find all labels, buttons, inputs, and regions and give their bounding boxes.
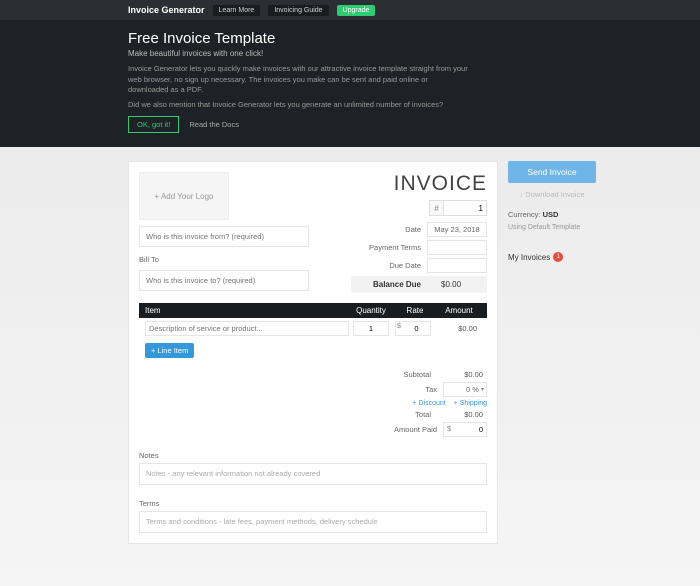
ok-got-it-button[interactable]: OK, got it! [128,116,179,133]
paid-prefix: $ [447,424,451,433]
invoice-count-badge: 1 [553,252,563,262]
date-label: Date [351,225,421,234]
balance-due-label: Balance Due [373,280,421,289]
add-line-item-button[interactable]: + Line Item [145,343,194,358]
add-discount-link[interactable]: + Discount [412,400,445,407]
add-shipping-link[interactable]: + Shipping [454,400,487,407]
hero-paragraph-1: Invoice Generator lets you quickly make … [128,64,468,96]
invoicing-guide-button[interactable]: Invoicing Guide [268,5,328,16]
invoice-number-input[interactable] [443,200,487,216]
sidebar: Send Invoice ↓ Download Invoice Currency… [508,161,596,262]
due-date-label: Due Date [351,261,421,270]
hero: Free Invoice Template Make beautiful inv… [0,20,700,147]
due-date-input[interactable] [427,258,487,273]
from-input[interactable] [139,226,309,247]
items-header: Item Quantity Rate Amount [139,303,487,318]
subtotal-value: $0.00 [437,370,487,379]
item-description-input[interactable] [145,321,349,336]
col-item: Item [145,306,349,315]
total-value: $0.00 [437,410,487,419]
read-docs-link[interactable]: Read the Docs [189,120,239,129]
upgrade-button[interactable]: Upgrade [337,5,376,16]
currency-label: Currency: USD [508,210,596,219]
invoice-sheet: + Add Your Logo Bill To INVOICE # Date P… [128,161,498,544]
line-item-row: $ $0.00 [139,318,487,339]
hero-paragraph-2: Did we also mention that Invoice Generat… [128,100,468,111]
learn-more-button[interactable]: Learn More [213,5,261,16]
currency-value: USD [543,210,559,219]
bill-to-label: Bill To [139,255,309,264]
col-rate: Rate [393,306,437,315]
terms-input[interactable]: Terms and conditions - late fees, paymen… [139,511,487,533]
tax-label: Tax [367,385,437,394]
total-label: Total [361,410,431,419]
terms-label: Terms [139,499,487,508]
amount-paid-label: Amount Paid [367,425,437,434]
hero-title: Free Invoice Template [128,30,572,47]
col-quantity: Quantity [349,306,393,315]
col-amount: Amount [437,306,481,315]
rate-prefix: $ [397,321,401,336]
hero-subtitle: Make beautiful invoices with one click! [128,49,572,58]
invoice-number-label: # [429,200,443,216]
send-invoice-button[interactable]: Send Invoice [508,161,596,183]
notes-label: Notes [139,451,487,460]
item-quantity-input[interactable] [353,321,389,336]
invoice-title: INVOICE [351,172,487,196]
add-logo-button[interactable]: + Add Your Logo [139,172,229,220]
template-label: Using Default Template [508,224,596,231]
to-input[interactable] [139,270,309,291]
brand: Invoice Generator [128,5,205,15]
date-input[interactable] [427,222,487,237]
topbar: Invoice Generator Learn More Invoicing G… [0,0,700,20]
item-amount-value: $0.00 [437,324,481,333]
payment-terms-input[interactable] [427,240,487,255]
notes-input[interactable]: Notes - any relevant information not alr… [139,463,487,485]
my-invoices-link[interactable]: My Invoices1 [508,252,596,262]
chevron-down-icon: ▾ [481,386,484,393]
subtotal-label: Subtotal [361,370,431,379]
payment-terms-label: Payment Terms [351,243,421,252]
download-invoice-button[interactable]: ↓ Download Invoice [508,188,596,201]
tax-select[interactable]: 0 %▾ [443,382,487,397]
balance-due-value: $0.00 [441,280,481,289]
